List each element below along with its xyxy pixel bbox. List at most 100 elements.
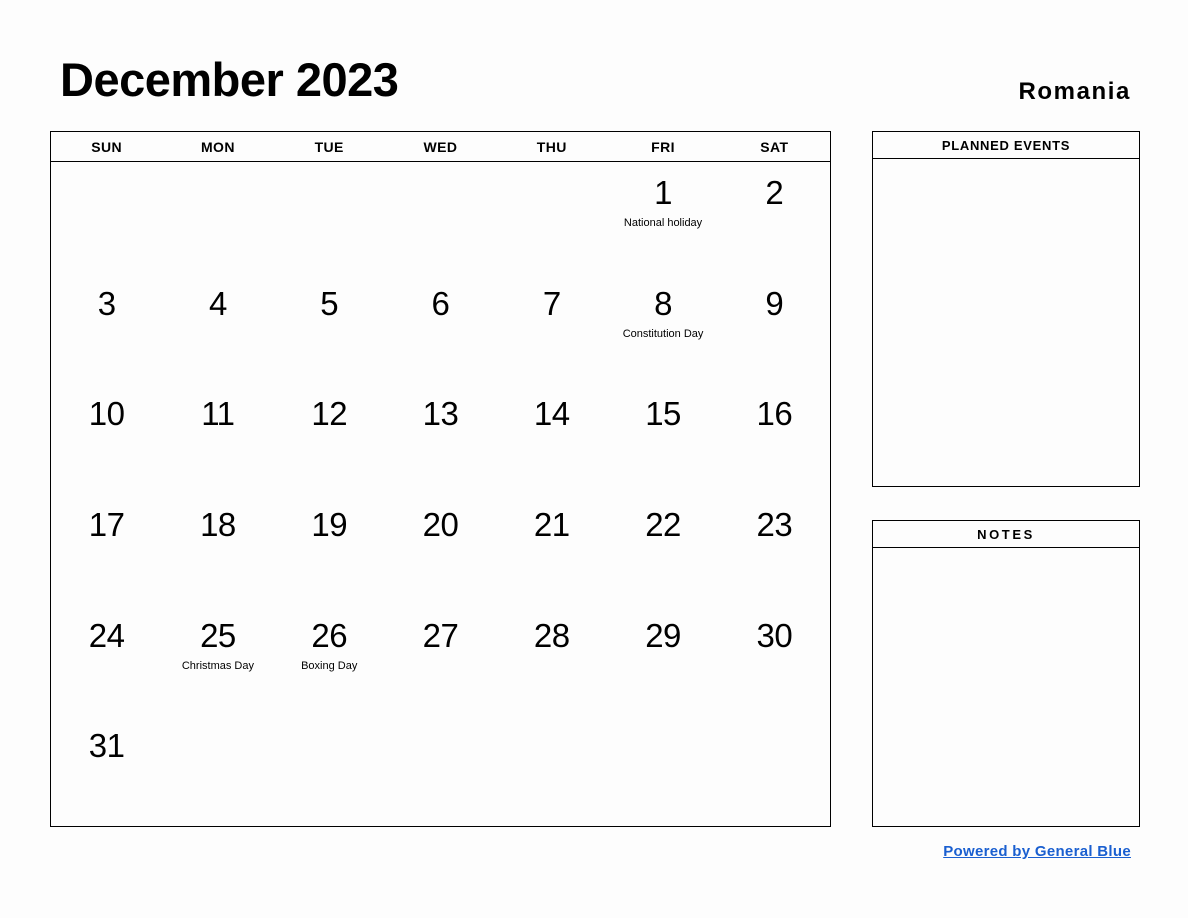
- day-number: 27: [422, 616, 459, 654]
- day-number: 2: [765, 174, 784, 211]
- day-cell-empty: [607, 715, 718, 826]
- day-cell-11[interactable]: 11: [162, 383, 273, 494]
- day-cell-18[interactable]: 18: [162, 494, 273, 605]
- day-number: 31: [88, 727, 125, 765]
- week-row: 31: [51, 715, 830, 826]
- weekday-header-wed: WED: [423, 138, 458, 155]
- week-row: 17 18 19 20 21 22 23: [51, 494, 830, 605]
- day-number: 23: [756, 506, 793, 544]
- day-number: 7: [542, 284, 561, 322]
- planned-events-body[interactable]: [873, 159, 1139, 486]
- day-number: 15: [645, 395, 681, 433]
- day-cell-30[interactable]: 30: [719, 605, 830, 716]
- day-number: 5: [320, 284, 339, 322]
- day-number: 6: [431, 284, 450, 322]
- day-cell-12[interactable]: 12: [274, 383, 385, 494]
- weekday-header-mon: MON: [200, 138, 235, 155]
- day-cell-14[interactable]: 14: [496, 383, 607, 494]
- week-row: 10 11 12 13 14 15 16: [51, 383, 830, 494]
- calendar-weeks: 1 National holiday 2 3 4 5 6 7 8 Constitution Day…: [51, 162, 830, 826]
- day-cell-3[interactable]: 3: [51, 273, 162, 384]
- day-cell-empty: [162, 715, 273, 826]
- day-cell-23[interactable]: 23: [719, 494, 830, 605]
- day-cell-20[interactable]: 20: [385, 494, 496, 605]
- weekday-header-tue: TUE: [314, 138, 344, 155]
- country-label: Romania: [1018, 78, 1131, 105]
- day-cell-4[interactable]: 4: [162, 273, 273, 384]
- day-cell-8[interactable]: 8 Constitution Day: [607, 273, 718, 384]
- day-number: 26: [311, 616, 348, 654]
- day-cell-7[interactable]: 7: [496, 273, 607, 384]
- day-event-label: National holiday: [623, 217, 703, 229]
- day-cell-empty: [51, 162, 162, 273]
- weekday-header-sat: SAT: [760, 138, 789, 155]
- day-cell-22[interactable]: 22: [607, 494, 718, 605]
- day-cell-empty: [274, 162, 385, 273]
- day-number: 21: [533, 506, 570, 544]
- day-number: 13: [422, 395, 459, 433]
- day-number: 17: [88, 506, 125, 544]
- day-cell-25[interactable]: 25 Christmas Day: [162, 605, 273, 716]
- day-number: 30: [756, 616, 793, 654]
- planned-events-title: PLANNED EVENTS: [873, 132, 1139, 159]
- day-event-label: Christmas Day: [181, 659, 254, 672]
- weekday-header-row: SUN MON TUE WED THU FRI SAT: [51, 132, 830, 162]
- day-number: 28: [533, 616, 570, 654]
- day-number: 20: [422, 506, 459, 544]
- calendar-grid: SUN MON TUE WED THU FRI SAT 1 National holiday 2…: [50, 131, 831, 827]
- day-number: 8: [654, 284, 672, 322]
- day-cell-13[interactable]: 13: [385, 383, 496, 494]
- day-number: 11: [201, 395, 235, 433]
- powered-by-link[interactable]: Powered by General Blue: [943, 843, 1131, 860]
- day-cell-16[interactable]: 16: [719, 383, 830, 494]
- day-cell-2[interactable]: 2: [719, 162, 830, 273]
- day-cell-empty: [274, 715, 385, 826]
- weekday-header-fri: FRI: [651, 138, 675, 155]
- day-cell-29[interactable]: 29: [607, 605, 718, 716]
- day-number: 25: [200, 616, 236, 654]
- day-number: 22: [645, 506, 681, 544]
- day-cell-19[interactable]: 19: [274, 494, 385, 605]
- day-number: 19: [311, 506, 348, 544]
- week-row: 1 National holiday 2: [51, 162, 830, 273]
- day-cell-empty: [496, 715, 607, 826]
- weekday-header-sun: SUN: [91, 138, 123, 155]
- day-cell-empty: [719, 715, 830, 826]
- day-cell-empty: [162, 162, 273, 273]
- day-cell-5[interactable]: 5: [274, 273, 385, 384]
- day-cell-10[interactable]: 10: [51, 383, 162, 494]
- day-cell-21[interactable]: 21: [496, 494, 607, 605]
- day-cell-17[interactable]: 17: [51, 494, 162, 605]
- day-number: 18: [200, 506, 236, 544]
- day-cell-28[interactable]: 28: [496, 605, 607, 716]
- day-cell-9[interactable]: 9: [719, 273, 830, 384]
- day-number: 4: [208, 284, 227, 322]
- day-number: 12: [311, 395, 348, 433]
- notes-body[interactable]: [873, 548, 1139, 826]
- day-number: 10: [88, 395, 125, 433]
- day-cell-26[interactable]: 26 Boxing Day: [274, 605, 385, 716]
- day-event-label: Constitution Day: [622, 327, 704, 340]
- planned-events-panel: PLANNED EVENTS: [872, 131, 1140, 487]
- day-number: 9: [765, 284, 784, 322]
- day-number: 14: [533, 395, 570, 433]
- day-number: 29: [645, 616, 681, 654]
- day-cell-15[interactable]: 15: [607, 383, 718, 494]
- day-number: 3: [97, 284, 116, 322]
- day-event-label: Boxing Day: [301, 659, 358, 672]
- day-cell-31[interactable]: 31: [51, 715, 162, 826]
- notes-title: NOTES: [873, 521, 1139, 548]
- day-cell-24[interactable]: 24: [51, 605, 162, 716]
- week-row: 3 4 5 6 7 8 Constitution Day 9: [51, 273, 830, 384]
- day-cell-1[interactable]: 1 National holiday: [607, 162, 718, 273]
- day-cell-6[interactable]: 6: [385, 273, 496, 384]
- day-cell-27[interactable]: 27: [385, 605, 496, 716]
- day-cell-empty: [496, 162, 607, 273]
- day-cell-empty: [385, 162, 496, 273]
- week-row: 24 25 Christmas Day 26 Boxing Day 27 28 29 30: [51, 605, 830, 716]
- day-number: 16: [756, 395, 793, 433]
- notes-panel: NOTES: [872, 520, 1140, 827]
- day-number: 24: [88, 616, 125, 654]
- weekday-header-thu: THU: [536, 138, 567, 155]
- page-title: December 2023: [60, 53, 399, 106]
